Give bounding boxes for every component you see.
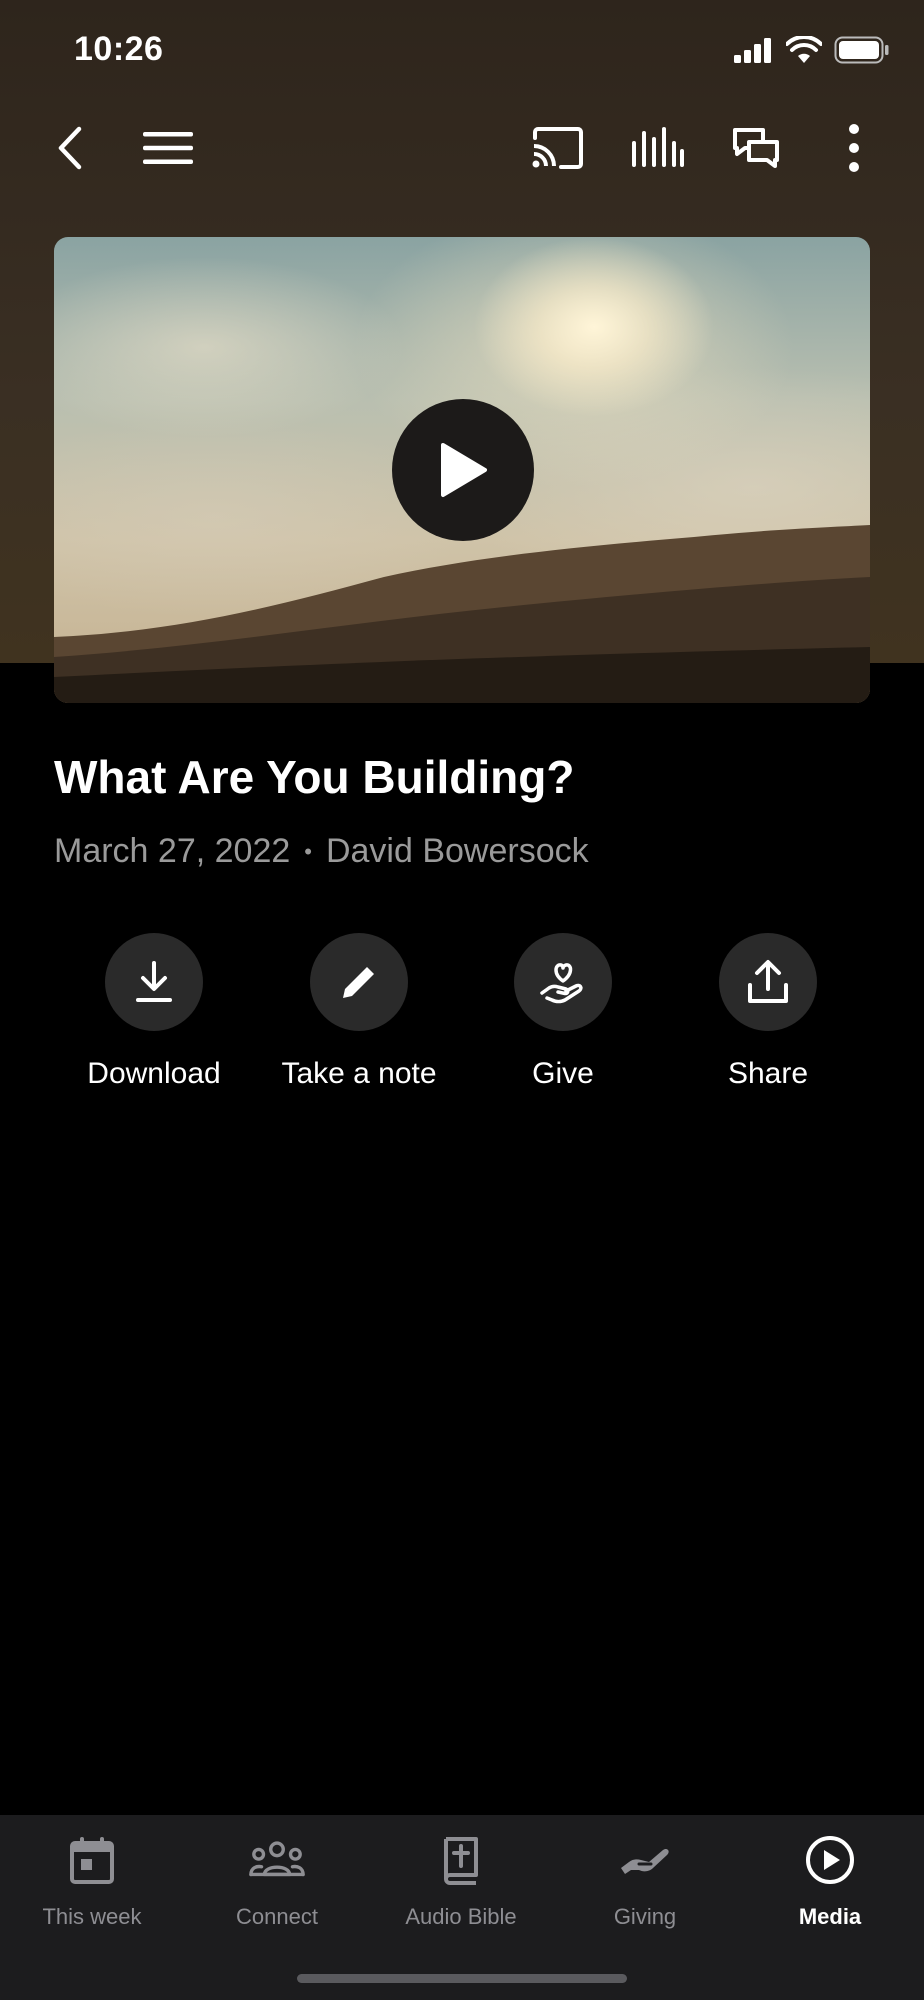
- chat-button[interactable]: [726, 118, 786, 178]
- media-title: What Are You Building?: [54, 751, 575, 803]
- play-icon: [441, 443, 487, 497]
- chat-bubbles-icon: [733, 128, 779, 168]
- media-date: March 27, 2022: [54, 832, 291, 870]
- cast-button[interactable]: [528, 118, 588, 178]
- signal-icon: [734, 38, 771, 63]
- give-action[interactable]: Give: [461, 933, 665, 1091]
- tab-giving[interactable]: Giving: [553, 1832, 737, 1930]
- heart-hand-icon: [540, 963, 583, 1004]
- tab-this-week[interactable]: This week: [0, 1832, 184, 1930]
- media-meta: March 27, 2022 • David Bowersock: [54, 832, 589, 871]
- tab-media-label: Media: [798, 1904, 862, 1929]
- take-note-button[interactable]: [310, 933, 408, 1031]
- audio-button[interactable]: [627, 118, 687, 178]
- battery-icon: [834, 36, 889, 64]
- cast-icon: [532, 127, 583, 169]
- download-icon: [136, 961, 172, 1002]
- status-icons: [734, 36, 890, 64]
- give-label: Give: [532, 1057, 594, 1090]
- status-time: 10:26: [74, 30, 164, 68]
- tab-this-week-label: This week: [42, 1904, 142, 1929]
- menu-button[interactable]: [138, 118, 198, 178]
- pencil-icon: [343, 967, 374, 998]
- back-chevron-icon: [58, 126, 82, 170]
- play-button[interactable]: [392, 399, 534, 541]
- giving-hand-icon: [621, 1848, 669, 1874]
- share-button[interactable]: [719, 933, 817, 1031]
- download-label: Download: [87, 1057, 221, 1090]
- home-indicator: [297, 1974, 627, 1983]
- play-circle-icon: [806, 1836, 854, 1884]
- download-action[interactable]: Download: [52, 933, 256, 1091]
- tab-audio-bible-label: Audio Bible: [405, 1904, 517, 1929]
- media-speaker: David Bowersock: [325, 832, 589, 870]
- take-note-label: Take a note: [281, 1057, 437, 1090]
- more-vertical-icon: [849, 124, 859, 172]
- take-note-action[interactable]: Take a note: [257, 933, 461, 1091]
- back-button[interactable]: [40, 118, 100, 178]
- download-button[interactable]: [105, 933, 203, 1031]
- video-thumbnail[interactable]: [54, 237, 870, 703]
- meta-separator: •: [304, 838, 312, 864]
- hamburger-menu-icon: [143, 132, 193, 164]
- more-button[interactable]: [824, 118, 884, 178]
- share-icon: [748, 960, 788, 1003]
- tab-media[interactable]: Media: [738, 1832, 922, 1930]
- tab-connect[interactable]: Connect: [185, 1832, 369, 1930]
- tab-connect-label: Connect: [236, 1904, 318, 1929]
- audio-bars-icon: [632, 127, 684, 167]
- calendar-icon: [70, 1837, 114, 1884]
- tab-audio-bible[interactable]: Audio Bible: [369, 1832, 553, 1930]
- share-label: Share: [727, 1057, 809, 1090]
- share-action[interactable]: Share: [666, 933, 870, 1091]
- give-button[interactable]: [514, 933, 612, 1031]
- people-icon: [249, 1841, 305, 1877]
- bible-icon: [444, 1837, 478, 1885]
- wifi-icon: [786, 36, 822, 63]
- tab-giving-label: Giving: [613, 1904, 677, 1929]
